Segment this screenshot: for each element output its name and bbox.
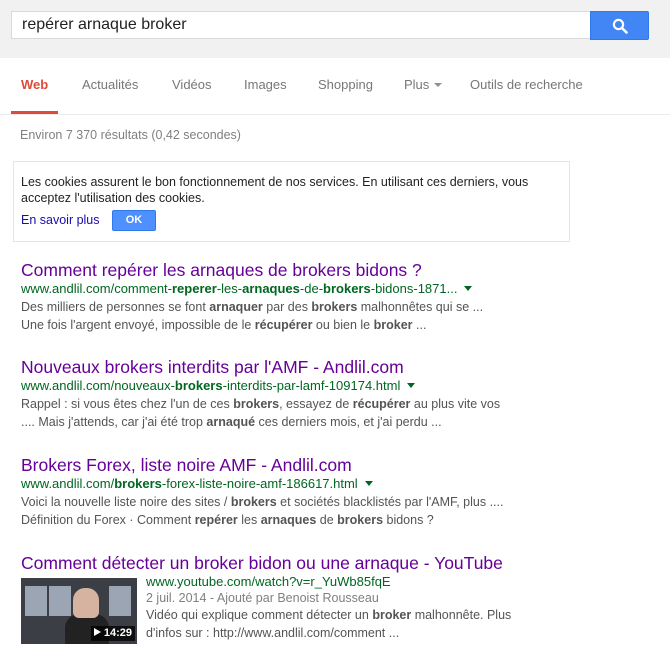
snippet-text: et sociétés blacklistés par l'AMF, plus …: [276, 495, 504, 509]
search-result: Brokers Forex, liste noire AMF - Andlil.…: [21, 454, 641, 529]
url-segment: www.andlil.com/comment-: [21, 281, 172, 296]
snippet-text: .... Mais j'attends, car j'ai été trop: [21, 415, 207, 429]
url-segment: www.andlil.com/nouveaux-: [21, 378, 175, 393]
highlighted-term: broker: [372, 608, 412, 622]
tab-web[interactable]: Web: [21, 77, 48, 92]
snippet-text: par des: [262, 300, 312, 314]
result-url[interactable]: www.andlil.com/brokers-forex-liste-noire…: [21, 476, 641, 492]
video-thumbnail[interactable]: 14:29: [21, 578, 137, 644]
highlighted-term: brokers: [114, 476, 162, 491]
result-snippet: Des milliers de personnes se font arnaqu…: [21, 298, 641, 334]
search-result: Nouveaux brokers interdits par l'AMF - A…: [21, 356, 641, 431]
active-tab-indicator: [11, 111, 58, 114]
result-url[interactable]: www.andlil.com/nouveaux-brokers-interdit…: [21, 378, 641, 394]
highlighted-term: arnaques: [260, 513, 317, 527]
thumbnail-screen: [25, 586, 47, 616]
snippet-text: malhonnête. Plus: [411, 608, 512, 622]
result-snippet: Rappel : si vous êtes chez l'un de ces b…: [21, 395, 641, 431]
url-segment: www.andlil.com/: [21, 476, 115, 491]
result-stats: Environ 7 370 résultats (0,42 secondes): [20, 128, 241, 142]
highlighted-term: repérer: [194, 513, 238, 527]
search-box[interactable]: [11, 11, 590, 39]
result-title-link[interactable]: Brokers Forex, liste noire AMF - Andlil.…: [21, 454, 641, 476]
url-segment: -bidons-1871...: [370, 281, 458, 296]
result-title-link[interactable]: Comment repérer les arnaques de brokers …: [21, 259, 641, 281]
cookie-notice: Les cookies assurent le bon fonctionneme…: [13, 161, 570, 242]
snippet-text: Une fois l'argent envoyé, impossible de …: [21, 318, 255, 332]
tab-videos[interactable]: Vidéos: [172, 77, 212, 92]
cookie-learn-more-link[interactable]: En savoir plus: [21, 213, 100, 227]
highlighted-term: récupérer: [254, 318, 313, 332]
search-icon: [612, 18, 628, 34]
snippet-text: ...: [412, 318, 427, 332]
chevron-down-icon: [434, 82, 443, 87]
snippet-text: les: [237, 513, 261, 527]
search-tabs: Web Actualités Vidéos Images Shopping Pl…: [0, 58, 670, 115]
highlighted-term: brokers: [323, 281, 371, 296]
result-title-link[interactable]: Nouveaux brokers interdits par l'AMF - A…: [21, 356, 641, 378]
search-input[interactable]: [12, 12, 590, 38]
result-snippet: Vidéo qui explique comment détecter un b…: [146, 606, 646, 642]
highlighted-term: reperer: [172, 281, 217, 296]
video-duration: 14:29: [90, 626, 135, 641]
cookie-text: Les cookies assurent le bon fonctionneme…: [21, 175, 529, 205]
tab-more-label: Plus: [404, 77, 430, 92]
tab-shopping[interactable]: Shopping: [318, 77, 373, 92]
highlighted-term: brokers: [337, 513, 384, 527]
highlighted-term: brokers: [233, 397, 280, 411]
chevron-down-icon[interactable]: [364, 481, 373, 487]
video-result-meta: www.youtube.com/watch?v=r_YuWb85fqE 2 ju…: [146, 574, 646, 642]
chevron-down-icon[interactable]: [407, 383, 416, 389]
snippet-text: Voici la nouvelle liste noire des sites …: [21, 495, 231, 509]
snippet-text: Vidéo qui explique comment détecter un: [146, 608, 373, 622]
snippet-text: Définition du Forex · Comment: [21, 513, 195, 527]
highlighted-term: arnaquer: [209, 300, 263, 314]
snippet-text: ces derniers mois, et j'ai perdu ...: [255, 415, 442, 429]
thumbnail-person: [73, 588, 99, 618]
result-snippet: Voici la nouvelle liste noire des sites …: [21, 493, 641, 529]
result-date: 2 juil. 2014 - Ajouté par Benoist Rousse…: [146, 591, 379, 605]
thumbnail-screen: [49, 586, 71, 616]
tab-images[interactable]: Images: [244, 77, 287, 92]
snippet-text: au plus vite vos: [410, 397, 501, 411]
snippet-text: malhonnêtes qui se ...: [357, 300, 484, 314]
highlighted-term: broker: [373, 318, 413, 332]
snippet-text: de: [316, 513, 338, 527]
url-segment: -interdits-par-lamf-109174.html: [222, 378, 401, 393]
url-segment: -forex-liste-noire-amf-186617.html: [161, 476, 358, 491]
highlighted-term: brokers: [311, 300, 358, 314]
highlighted-term: récupérer: [352, 397, 411, 411]
highlighted-term: arnaques: [242, 281, 300, 296]
result-url[interactable]: www.andlil.com/comment-reperer-les-arnaq…: [21, 281, 641, 297]
tab-search-tools[interactable]: Outils de recherche: [470, 77, 583, 92]
highlighted-term: brokers: [230, 495, 277, 509]
search-header: [0, 0, 670, 58]
result-url[interactable]: www.youtube.com/watch?v=r_YuWb85fqE: [146, 574, 646, 590]
snippet-text: ou bien le: [312, 318, 374, 332]
snippet-text: bidons ?: [383, 513, 434, 527]
search-result-video: Comment détecter un broker bidon ou une …: [21, 552, 641, 574]
result-title-link[interactable]: Comment détecter un broker bidon ou une …: [21, 552, 641, 574]
chevron-down-icon[interactable]: [464, 286, 473, 292]
snippet-text: Rappel : si vous êtes chez l'un de ces: [21, 397, 234, 411]
highlighted-term: brokers: [174, 378, 223, 393]
thumbnail-screen: [109, 586, 131, 616]
tab-more[interactable]: Plus: [404, 77, 443, 92]
search-result: Comment repérer les arnaques de brokers …: [21, 259, 641, 334]
search-button[interactable]: [590, 11, 649, 40]
snippet-text: Des milliers de personnes se font: [21, 300, 210, 314]
play-icon: [93, 628, 101, 637]
highlighted-term: arnaqué: [206, 415, 256, 429]
url-segment: -de-: [299, 281, 324, 296]
tab-news[interactable]: Actualités: [82, 77, 138, 92]
snippet-text: d'infos sur : http://www.andlil.com/comm…: [146, 626, 400, 640]
snippet-text: , essayez de: [279, 397, 353, 411]
url-segment: -les-: [216, 281, 243, 296]
cookie-ok-button[interactable]: OK: [112, 210, 156, 231]
